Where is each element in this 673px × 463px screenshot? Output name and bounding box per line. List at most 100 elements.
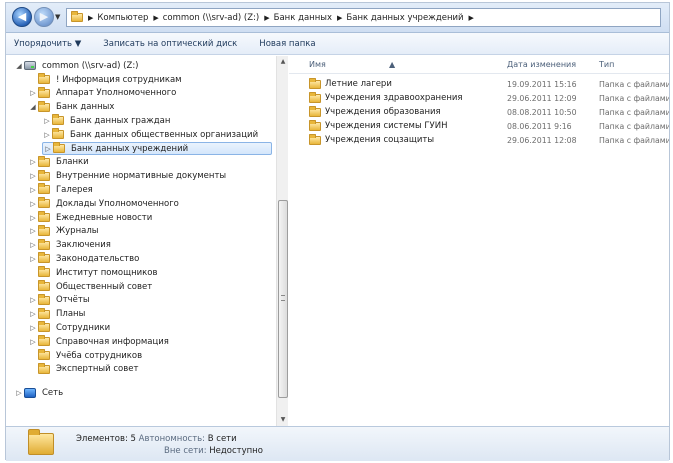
- tree-item-network[interactable]: ▷ Сеть: [14, 386, 63, 399]
- tree-item-label: Отчёты: [56, 295, 90, 306]
- recent-pages-chevron-icon[interactable]: ▼: [55, 13, 60, 21]
- collapsed-arrow-icon[interactable]: ▷: [28, 200, 38, 208]
- tree-item-label: Банк данных общественных организаций: [70, 129, 259, 140]
- collapsed-arrow-icon[interactable]: ▷: [28, 186, 38, 194]
- tree-item-label: Сотрудники: [56, 322, 111, 333]
- folder-icon: [309, 92, 321, 103]
- folder-icon: [38, 238, 50, 250]
- new-folder-button[interactable]: Новая папка: [259, 39, 315, 49]
- collapsed-arrow-icon[interactable]: ▷: [28, 158, 38, 166]
- file-row[interactable]: Учреждения здравоохранения 29.06.2011 12:…: [289, 92, 669, 105]
- chevron-right-icon[interactable]: ▶: [337, 14, 342, 22]
- breadcrumb-institutions[interactable]: Банк данных учреждений: [346, 13, 463, 23]
- forward-button[interactable]: ▶: [34, 7, 54, 27]
- breadcrumb-drive[interactable]: common (\\srv-ad) (Z:): [163, 13, 260, 23]
- folder-icon: [38, 293, 50, 305]
- tree-item[interactable]: ▷ Заключения: [28, 238, 111, 252]
- back-button[interactable]: ◀: [12, 7, 32, 27]
- tree-item[interactable]: ▷ Доклады Уполномоченного: [28, 197, 179, 210]
- file-name: Учреждения здравоохранения: [325, 93, 463, 103]
- scroll-down-arrow-icon[interactable]: ▼: [277, 414, 289, 426]
- nav-pane-scrollbar[interactable]: ▲ ▼: [276, 56, 288, 426]
- column-name[interactable]: Имя: [309, 60, 326, 69]
- folder-icon: [38, 183, 50, 195]
- details-pane: Элементов: 5 Автономность: В сети Вне се…: [6, 426, 669, 461]
- tree-item-drive[interactable]: ◢ common (\\srv-ad) (Z:): [14, 59, 138, 72]
- breadcrumb-data-bank[interactable]: Банк данных: [274, 13, 332, 23]
- folder-tree: ◢ common (\\srv-ad) (Z:) ▷ Сеть ! Информ…: [6, 56, 276, 426]
- offline-label: Автономность:: [138, 434, 206, 444]
- organize-button[interactable]: Упорядочить ▼: [14, 39, 81, 49]
- tree-item-label: Аппарат Уполномоченного: [56, 88, 177, 99]
- folder-icon: [38, 252, 50, 264]
- network-drive-icon: [24, 61, 36, 70]
- folder-icon: [38, 73, 50, 84]
- chevron-right-icon[interactable]: ▶: [469, 14, 474, 22]
- column-date-modified[interactable]: Дата изменения: [507, 60, 576, 69]
- folder-icon: [38, 211, 50, 222]
- scroll-up-arrow-icon[interactable]: ▲: [277, 56, 289, 68]
- file-row[interactable]: Учреждения соцзащиты 29.06.2011 12:08 Папк…: [289, 134, 669, 147]
- scroll-thumb[interactable]: [278, 200, 288, 398]
- tree-item[interactable]: Экспертный совет: [28, 362, 138, 376]
- tree-item[interactable]: ▷ Бланки: [28, 155, 89, 169]
- explorer-window: ◀ ▶ ▼ ▶ Компьютер ▶ common (\\srv-ad) (Z…: [5, 2, 670, 461]
- collapsed-arrow-icon[interactable]: ▷: [28, 227, 38, 235]
- expanded-arrow-icon[interactable]: ◢: [28, 103, 38, 111]
- column-type[interactable]: Тип: [599, 60, 614, 69]
- tree-item[interactable]: ▷ Журналы: [28, 224, 99, 238]
- tree-item-label: Законодательство: [56, 253, 140, 264]
- tree-item[interactable]: Институт помощников: [28, 266, 158, 279]
- breadcrumb[interactable]: ▶ Компьютер ▶ common (\\srv-ad) (Z:) ▶ Б…: [66, 8, 661, 27]
- tree-item[interactable]: ▷ Банк данных граждан: [42, 114, 170, 127]
- tree-item[interactable]: ▷ Банк данных общественных организаций: [42, 128, 258, 141]
- tree-item[interactable]: Учёба сотрудников: [28, 349, 142, 362]
- collapsed-arrow-icon[interactable]: ▷: [28, 241, 38, 249]
- tree-item-label: Бланки: [56, 157, 89, 168]
- collapsed-arrow-icon[interactable]: ▷: [42, 117, 52, 125]
- breadcrumb-computer[interactable]: Компьютер: [97, 13, 148, 23]
- tree-item[interactable]: ▷ Планы: [28, 307, 85, 321]
- collapsed-arrow-icon[interactable]: ▷: [28, 214, 38, 222]
- tree-item[interactable]: Общественный совет: [28, 280, 152, 293]
- expanded-arrow-icon[interactable]: ◢: [14, 62, 24, 70]
- chevron-right-icon[interactable]: ▶: [153, 14, 158, 22]
- tree-item[interactable]: ▷ Галерея: [28, 183, 93, 196]
- tree-item-label: Ежедневные новости: [56, 212, 153, 223]
- collapsed-arrow-icon[interactable]: ▷: [28, 324, 38, 332]
- tree-item[interactable]: ▷ Отчёты: [28, 293, 90, 307]
- collapsed-arrow-icon[interactable]: ▷: [28, 255, 38, 263]
- tree-item[interactable]: ▷ Банк данных учреждений: [42, 142, 272, 155]
- tree-item[interactable]: ▷ Ежедневные новости: [28, 211, 152, 224]
- unavailable-label: Вне сети:: [164, 446, 207, 456]
- collapsed-arrow-icon[interactable]: ▷: [28, 172, 38, 180]
- file-row[interactable]: Летние лагери 19.09.2011 15:16 Папка с фай…: [289, 78, 669, 91]
- file-row[interactable]: Учреждения системы ГУИН 08.06.2011 9:16 Па…: [289, 120, 669, 133]
- file-list: ▲ Имя Дата изменения Тип Летние лагери 19…: [289, 56, 669, 426]
- file-date-modified: 29.06.2011 12:09: [507, 94, 577, 103]
- collapsed-arrow-icon[interactable]: ▷: [42, 131, 52, 139]
- collapsed-arrow-icon[interactable]: ▷: [14, 389, 24, 397]
- tree-item[interactable]: ▷ Аппарат Уполномоченного: [28, 86, 177, 100]
- folder-icon: [38, 307, 50, 319]
- tree-item[interactable]: ▷ Внутренние нормативные документы: [28, 169, 226, 183]
- collapsed-arrow-icon[interactable]: ▷: [28, 338, 38, 346]
- collapsed-arrow-icon[interactable]: ▷: [43, 145, 53, 153]
- file-date-modified: 29.06.2011 12:08: [507, 136, 577, 145]
- tree-item[interactable]: ▷ Сотрудники: [28, 321, 110, 334]
- chevron-right-icon[interactable]: ▶: [88, 14, 93, 22]
- collapsed-arrow-icon[interactable]: ▷: [28, 89, 38, 97]
- collapsed-arrow-icon[interactable]: ▷: [28, 310, 38, 318]
- file-row[interactable]: Учреждения образования 08.08.2011 10:50 Па…: [289, 106, 669, 119]
- tree-item[interactable]: ▷ Законодательство: [28, 252, 139, 265]
- folder-icon: [53, 142, 65, 153]
- burn-disc-button[interactable]: Записать на оптический диск: [103, 39, 237, 49]
- folder-icon: [38, 224, 50, 236]
- tree-item[interactable]: ◢ Банк данных: [28, 100, 114, 114]
- folder-icon: [38, 280, 50, 291]
- chevron-right-icon[interactable]: ▶: [264, 14, 269, 22]
- folder-icon: [38, 266, 50, 278]
- collapsed-arrow-icon[interactable]: ▷: [28, 296, 38, 304]
- tree-item[interactable]: ▷ Справочная информация: [28, 335, 169, 348]
- tree-item[interactable]: ! Информация сотрудникам: [28, 73, 182, 86]
